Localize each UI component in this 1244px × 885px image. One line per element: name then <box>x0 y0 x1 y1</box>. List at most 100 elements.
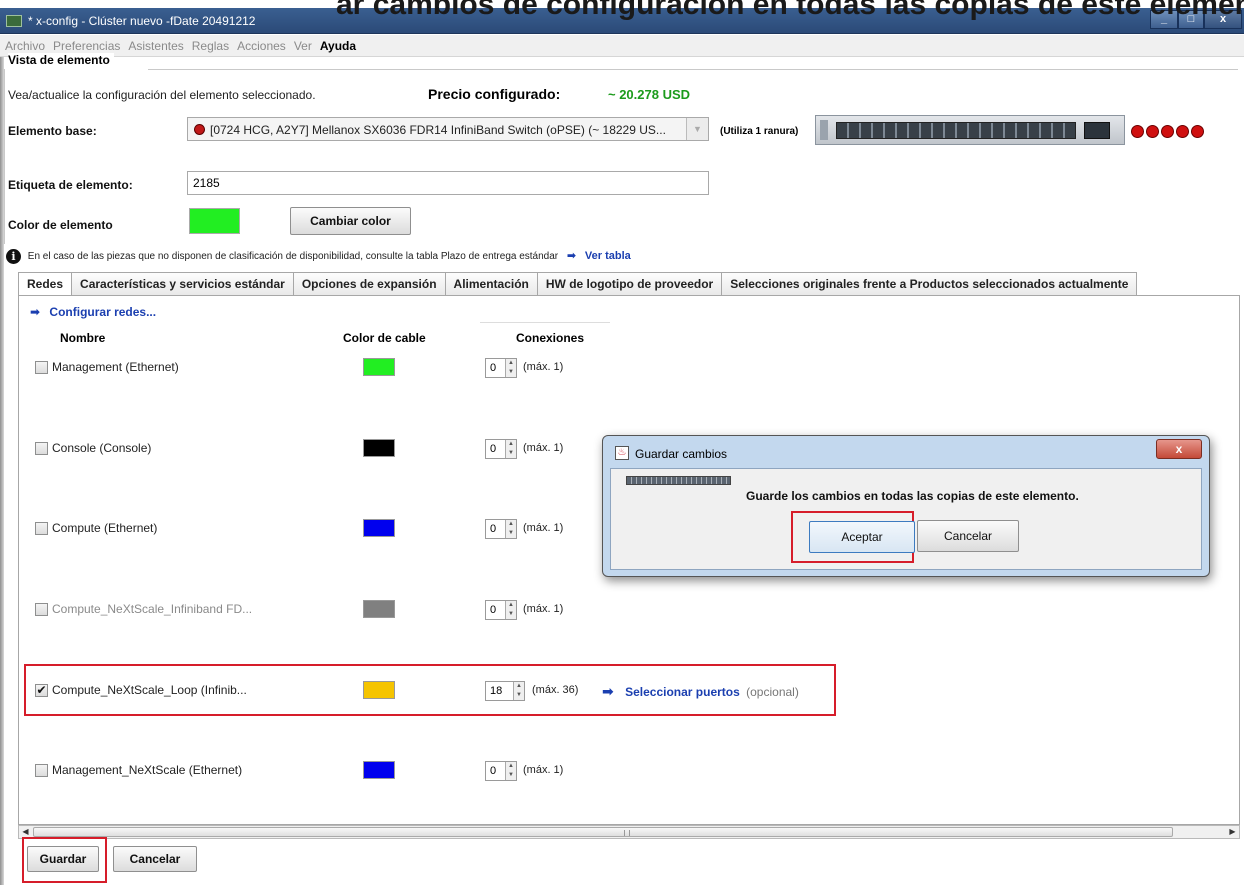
connections-value: 0 <box>490 765 497 777</box>
tab-bar: Redes Características y servicios estánda… <box>18 272 1138 297</box>
configure-networks-label: Configurar redes... <box>49 305 157 319</box>
menu-asistentes[interactable]: Asistentes <box>123 35 186 53</box>
connections-value: 0 <box>490 362 497 374</box>
change-color-button[interactable]: Cambiar color <box>290 207 411 235</box>
save-changes-dialog: ♨ Guardar cambios x Guarde los cambios e… <box>602 435 1210 577</box>
scrollbar-thumb[interactable] <box>33 827 1173 837</box>
spinner-arrows-icon[interactable]: ▲ ▼ <box>505 762 516 780</box>
connections-spinner[interactable]: 0 ▲ ▼ <box>485 600 517 620</box>
save-button[interactable]: Guardar <box>27 846 99 872</box>
network-row: Management (Ethernet) 0 ▲ ▼ (máx. 1) <box>35 358 835 380</box>
spinner-arrows-icon[interactable]: ▲ ▼ <box>505 520 516 538</box>
connections-spinner[interactable]: 0 ▲ ▼ <box>485 761 517 781</box>
connections-max: (máx. 1) <box>523 764 564 776</box>
network-name: Management_NeXtScale (Ethernet) <box>52 763 243 777</box>
element-tag-label: Etiqueta de elemento: <box>8 178 133 192</box>
network-name: Compute_NeXtScale_Infiniband FD... <box>52 602 253 616</box>
header-connections: Conexiones <box>516 331 585 345</box>
cable-color-swatch <box>363 681 395 699</box>
status-dot-icon <box>194 124 205 135</box>
app-window: * x-config - Clúster nuevo -fDate 204912… <box>0 8 1244 885</box>
network-row: Management_NeXtScale (Ethernet) 0 ▲ ▼ (máx… <box>35 761 835 783</box>
spinner-arrows-icon[interactable]: ▲ ▼ <box>513 682 524 700</box>
network-name: Management (Ethernet) <box>52 360 179 374</box>
connections-max: (máx. 36) <box>532 684 579 696</box>
status-dot-icon <box>1161 125 1174 138</box>
dialog-message: Guarde los cambios en todas las copias d… <box>746 489 1079 503</box>
menu-bar: Archivo Preferencias Asistentes Reglas Accio… <box>0 35 1244 57</box>
horizontal-scrollbar[interactable]: ◀ ▶ <box>18 825 1240 839</box>
section-border <box>4 69 5 244</box>
switch-image <box>815 115 1125 145</box>
cable-color-swatch <box>363 358 395 376</box>
connections-max: (máx. 1) <box>523 361 564 373</box>
info-icon: i <box>6 249 21 264</box>
base-element-select[interactable]: [0724 HCG, A2Y7] Mellanox SX6036 FDR14 I… <box>187 117 709 141</box>
menu-preferencias[interactable]: Preferencias <box>48 35 123 53</box>
chevron-down-icon[interactable]: ▼ <box>686 118 708 140</box>
network-checkbox[interactable] <box>35 442 48 455</box>
base-element-value: [0724 HCG, A2Y7] Mellanox SX6036 FDR14 I… <box>210 123 666 137</box>
switch-thumbnail <box>626 476 731 485</box>
accept-button[interactable]: Aceptar <box>809 521 915 553</box>
element-tag-input[interactable] <box>187 171 709 195</box>
select-ports-link[interactable]: Seleccionar puertos <box>625 685 740 699</box>
menu-ver[interactable]: Ver <box>289 35 315 53</box>
cancel-button[interactable]: Cancelar <box>113 846 197 872</box>
optional-label: (opcional) <box>746 685 799 699</box>
section-title: Vista de elemento <box>8 53 114 67</box>
arrow-right-icon: ➡ <box>602 683 614 699</box>
cable-color-swatch <box>363 761 395 779</box>
header-cable-color: Color de cable <box>343 331 426 345</box>
connections-spinner[interactable]: 18 ▲ ▼ <box>485 681 525 701</box>
element-description: Vea/actualice la configuración del eleme… <box>8 88 316 102</box>
info-text: En el caso de las piezas que no disponen… <box>27 251 559 263</box>
price-label: Precio configurado: <box>428 86 561 102</box>
select-ports: ➡ Seleccionar puertos (opcional) <box>602 683 799 700</box>
spinner-arrows-icon[interactable]: ▲ ▼ <box>505 601 516 619</box>
menu-archivo[interactable]: Archivo <box>0 35 48 53</box>
info-row: i En el caso de las piezas que no dispon… <box>6 249 631 264</box>
cable-color-swatch <box>363 519 395 537</box>
dialog-title: Guardar cambios <box>635 447 728 461</box>
connections-max: (máx. 1) <box>523 603 564 615</box>
base-element-label: Elemento base: <box>8 124 97 138</box>
switch-mgmt-ports <box>1084 122 1110 139</box>
network-checkbox[interactable] <box>35 361 48 374</box>
connections-value: 18 <box>490 685 503 697</box>
network-checkbox[interactable] <box>35 764 48 777</box>
arrow-right-icon: ➡ <box>30 305 41 319</box>
view-table-link[interactable]: Ver tabla <box>585 250 631 262</box>
configure-networks-link[interactable]: ➡ Configurar redes... <box>30 305 156 319</box>
status-dot-icon <box>1131 125 1144 138</box>
tab-caracteristicas[interactable]: Características y servicios estándar <box>71 272 294 296</box>
tab-opciones-expansion[interactable]: Opciones de expansión <box>292 272 446 296</box>
menu-reglas[interactable]: Reglas <box>187 35 232 53</box>
menu-ayuda[interactable]: Ayuda <box>315 35 359 53</box>
network-checkbox[interactable] <box>35 522 48 535</box>
dialog-close-button[interactable]: x <box>1156 439 1202 459</box>
network-checkbox-checked[interactable]: ✔ <box>35 684 48 697</box>
tab-hw-logotipo[interactable]: HW de logotipo de proveedor <box>536 272 723 296</box>
connections-spinner[interactable]: 0 ▲ ▼ <box>485 519 517 539</box>
cable-color-swatch <box>363 439 395 457</box>
network-row: ✔ Compute_NeXtScale_Loop (Infinib... 18 ▲… <box>35 681 835 703</box>
dialog-cancel-button[interactable]: Cancelar <box>917 520 1019 552</box>
status-indicators <box>1131 125 1206 141</box>
header-name: Nombre <box>60 331 106 345</box>
connections-spinner[interactable]: 0 ▲ ▼ <box>485 358 517 378</box>
network-checkbox[interactable] <box>35 603 48 616</box>
connections-spinner[interactable]: 0 ▲ ▼ <box>485 439 517 459</box>
spinner-arrows-icon[interactable]: ▲ ▼ <box>505 359 516 377</box>
connections-max: (máx. 1) <box>523 522 564 534</box>
tab-redes[interactable]: Redes <box>18 272 73 297</box>
menu-acciones[interactable]: Acciones <box>232 35 289 53</box>
spinner-arrows-icon[interactable]: ▲ ▼ <box>505 440 516 458</box>
element-color-label: Color de elemento <box>8 218 113 232</box>
app-icon <box>6 15 22 27</box>
tab-alimentacion[interactable]: Alimentación <box>444 272 538 296</box>
tab-selecciones-originales[interactable]: Selecciones originales frente a Producto… <box>721 272 1138 296</box>
section-divider <box>148 69 1238 70</box>
window-title: * x-config - Clúster nuevo -fDate 204912… <box>28 14 256 28</box>
scroll-right-icon[interactable]: ▶ <box>1226 826 1239 838</box>
